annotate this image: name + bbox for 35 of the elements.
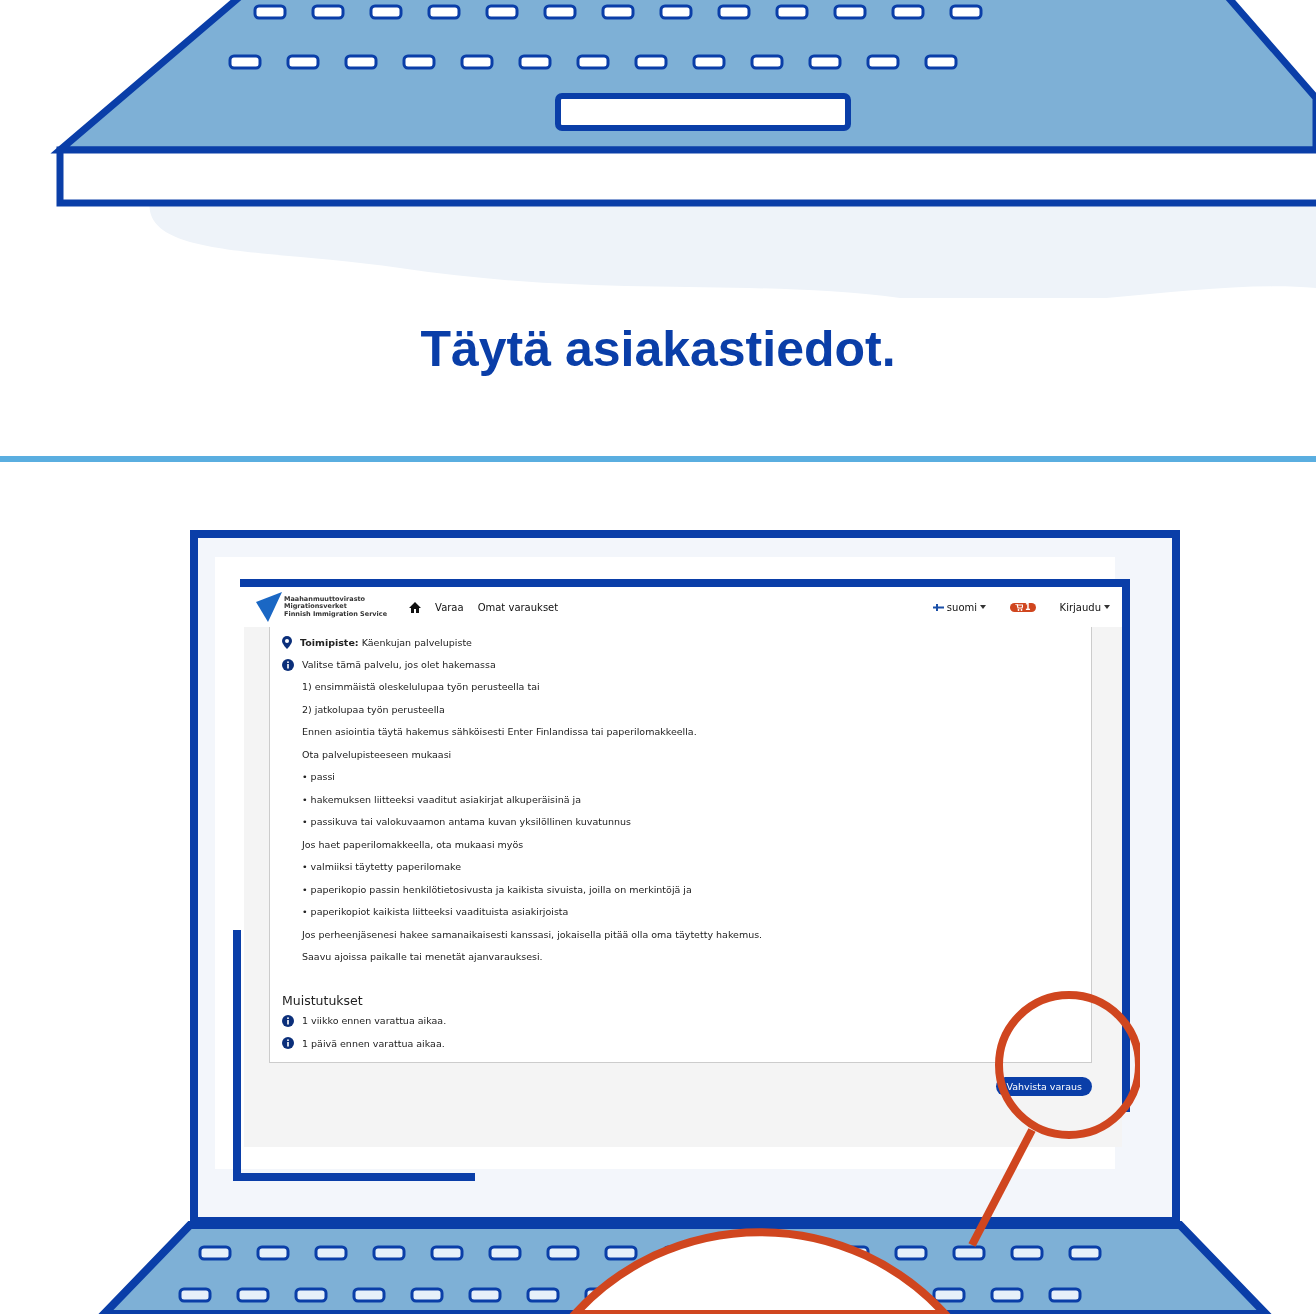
info-icon <box>282 1037 294 1050</box>
info-text: Ota palvelupisteeseen mukaasi <box>302 747 453 762</box>
flag-icon <box>932 603 944 611</box>
info-text: • valmiiksi täytetty paperilomake <box>302 860 462 874</box>
info-text: • paperikopiot kaikista liitteeksi vaadituista asiakirjoista <box>302 905 570 919</box>
heading: Täytä asiakastiedot. <box>419 320 897 379</box>
nav-link[interactable]: Omat varaukset <box>477 601 559 613</box>
caret-icon <box>980 605 987 609</box>
nav-link[interactable]: Varaa <box>435 601 464 613</box>
office-text: Toimipiste: Käenkujan palvelupiste <box>300 636 472 648</box>
home-icon[interactable] <box>409 601 422 613</box>
info-title: Valitse tämä palvelu, jos olet hakemassa <box>302 659 496 671</box>
login-menu[interactable]: Kirjaudu <box>1059 601 1110 613</box>
reminder-text: 1 viikko ennen varattua aikaa. <box>302 1015 447 1027</box>
info-icon <box>282 658 294 671</box>
caret-icon <box>1104 605 1110 609</box>
info-text: • passikuva tai valokuvaamon antama kuvan yksilöllinen kuvatunnus <box>302 815 633 829</box>
reminder-text: 1 päivä ennen varattua aikaa. <box>302 1037 445 1049</box>
info-text: Saavu ajoissa paikalle tai menetät ajanvarauksesi. <box>302 950 544 964</box>
reminders-title: Muistutukset <box>282 992 364 1008</box>
info-text: • hakemuksen liitteeksi vaaditut asiakirjat alkuperäisinä ja <box>302 792 582 807</box>
info-text: • passi <box>302 770 336 784</box>
confirm-button[interactable]: Vahvista varaus <box>996 1077 1092 1096</box>
info-text: 2) jatkolupaa työn perusteella <box>302 702 446 717</box>
cart-icon <box>1015 603 1024 611</box>
logo-icon <box>256 592 282 622</box>
info-text: 1) ensimmäistä oleskelulupaa työn perusteella tai <box>302 680 541 694</box>
info-text: Jos haet paperilomakkeella, ota mukaasi myös <box>302 837 525 852</box>
info-text: Jos perheenjäsenesi hakee samanaikaisesti kanssasi, jokaisella pitää olla oma täytetty hakemus. <box>302 927 764 942</box>
info-text: Ennen asiointia täytä hakemus sähköisesti Enter Finlandissa tai paperilomakkeella. <box>302 725 698 739</box>
location-pin-icon <box>282 635 292 649</box>
info-text: • paperikopio passin henkilötietosivusta ja kaikista sivuista, joilla on merkintöjä ja <box>302 882 693 897</box>
cart-badge[interactable]: 1 <box>1010 602 1036 612</box>
language-menu[interactable]: suomi <box>932 601 987 613</box>
info-icon <box>282 1014 294 1027</box>
